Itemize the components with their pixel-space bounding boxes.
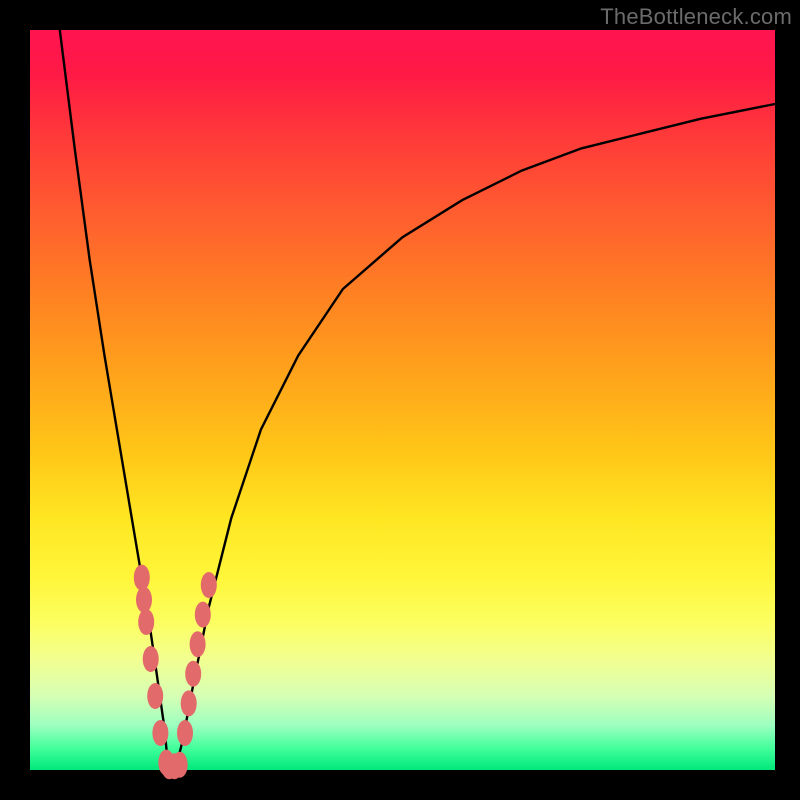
- bead-marker: [147, 683, 163, 709]
- marker-beads: [134, 565, 217, 780]
- bead-marker: [201, 572, 217, 598]
- chart-frame: TheBottleneck.com: [0, 0, 800, 800]
- bead-marker: [152, 720, 168, 746]
- bead-marker: [138, 609, 154, 635]
- bead-marker: [177, 720, 193, 746]
- bead-marker: [136, 587, 152, 613]
- bottleneck-curve: [60, 30, 775, 770]
- bead-marker: [134, 565, 150, 591]
- bead-marker: [190, 631, 206, 657]
- curve-layer: [30, 30, 775, 770]
- watermark-text: TheBottleneck.com: [600, 4, 792, 30]
- bead-marker: [185, 661, 201, 687]
- plot-area: [30, 30, 775, 770]
- bead-marker: [195, 602, 211, 628]
- bead-marker: [181, 690, 197, 716]
- bead-marker: [172, 752, 188, 778]
- bead-marker: [143, 646, 159, 672]
